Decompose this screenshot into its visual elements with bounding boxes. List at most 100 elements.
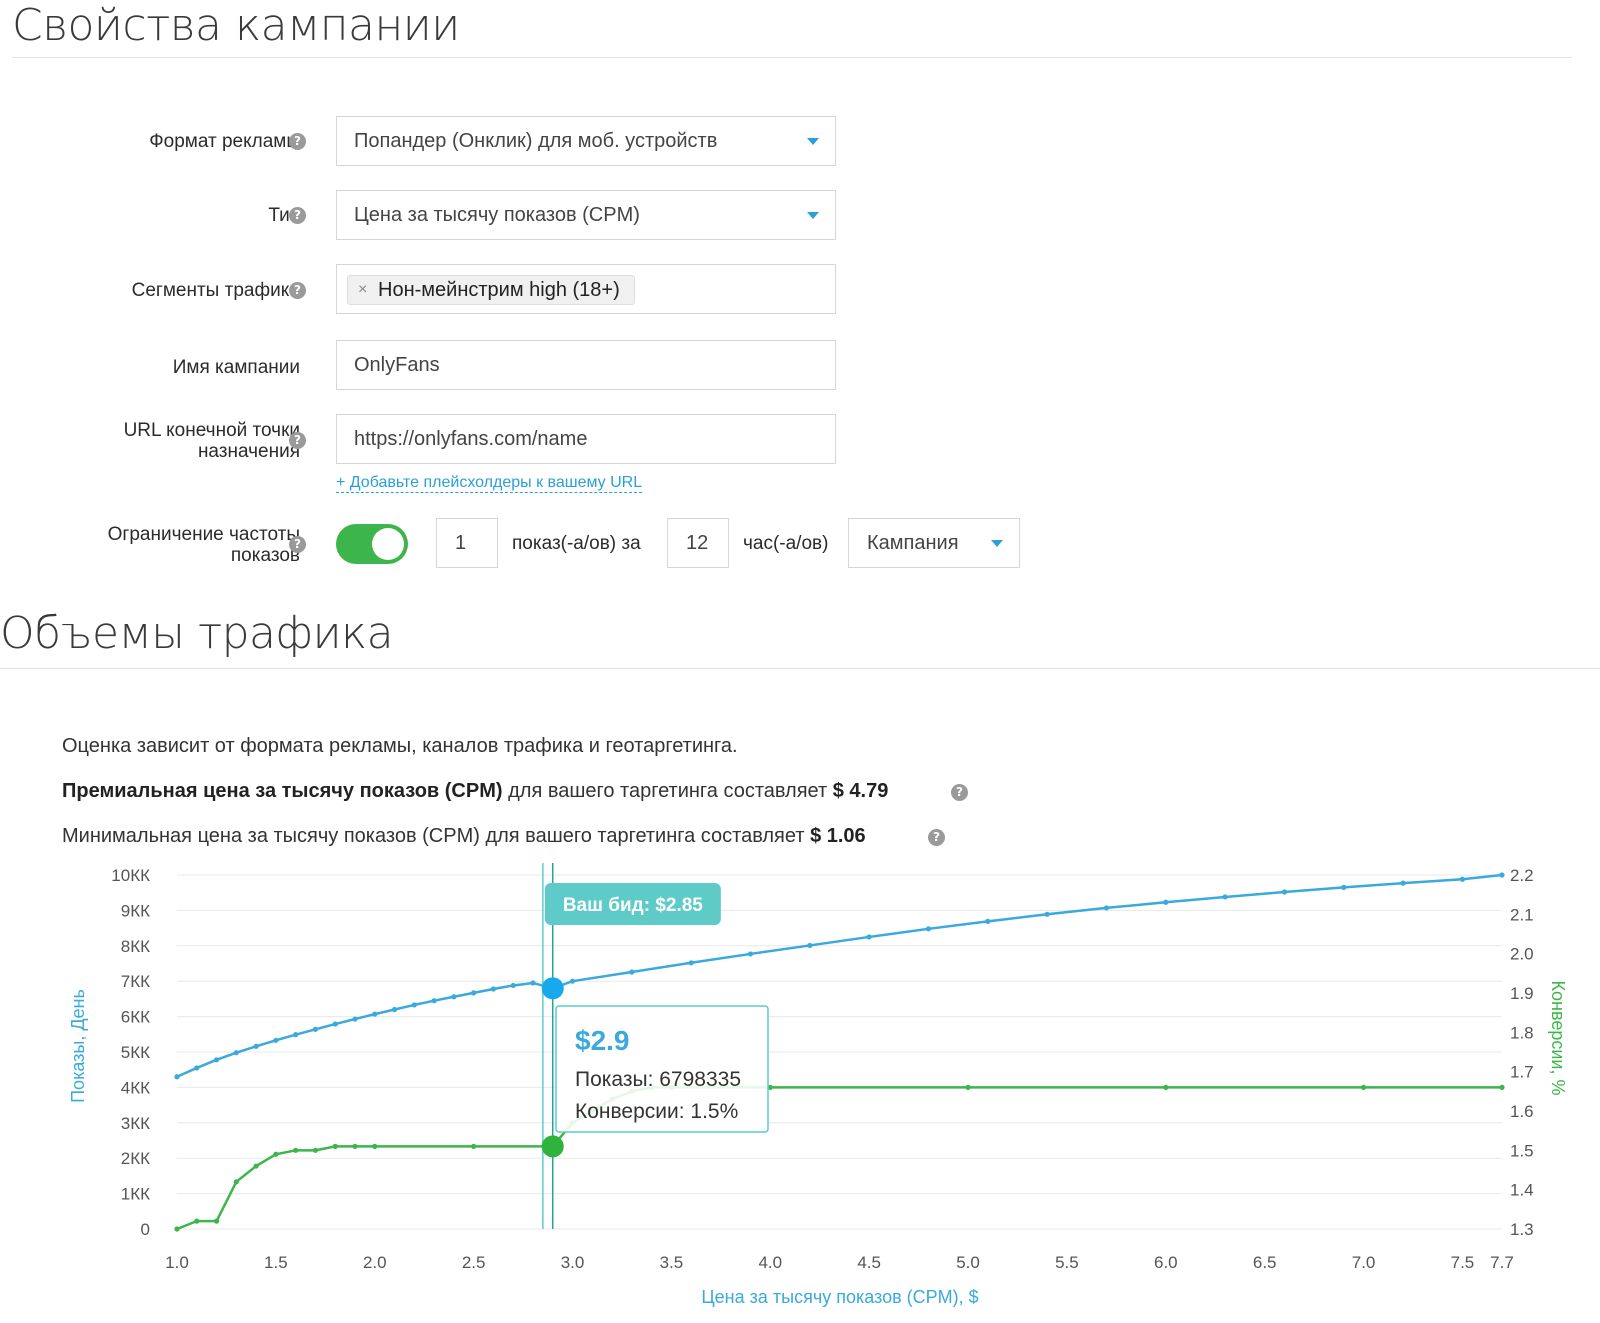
impressions-point — [688, 960, 694, 966]
y-tick-label-right: 1.7 — [1510, 1063, 1534, 1082]
campaign-name-input[interactable]: OnlyFans — [336, 340, 836, 390]
conversions-point — [1163, 1084, 1169, 1090]
impressions-point — [174, 1074, 180, 1080]
impressions-point — [1499, 872, 1505, 878]
conversions-point — [312, 1147, 319, 1153]
traffic-volume-title: Объемы трафика — [0, 608, 394, 659]
freq-help-icon[interactable]: ? — [289, 536, 306, 553]
impressions-highlight-point — [541, 977, 564, 1000]
segments-help-icon[interactable]: ? — [289, 282, 306, 299]
chevron-down-icon — [807, 212, 819, 219]
bid-label: Ваш бид: $2.85 — [563, 895, 703, 916]
chevron-down-icon — [991, 540, 1003, 547]
y-tick-label-right: 2.2 — [1510, 866, 1534, 885]
format-select[interactable]: Попандер (Онклик) для моб. устройств — [336, 116, 836, 166]
impressions-point — [273, 1037, 279, 1043]
impressions-point — [530, 980, 536, 986]
impressions-series-line — [176, 873, 1503, 1078]
x-tick-label: 2.0 — [363, 1253, 387, 1272]
format-label: Формат рекламы — [149, 131, 300, 152]
format-select-value: Попандер (Онклик) для моб. устройств — [354, 130, 718, 152]
freq-scope-select[interactable]: Кампания — [848, 518, 1020, 568]
type-help-icon[interactable]: ? — [289, 207, 306, 224]
impressions-point — [925, 926, 932, 932]
traffic-divider — [0, 668, 1600, 669]
impressions-point — [332, 1021, 338, 1027]
impressions-point — [510, 982, 516, 989]
impressions-point — [866, 934, 872, 940]
traffic-chart[interactable]: 0 1КК 2КК 3КК 4КК 5КК 6КК 7КК 8КК 9КК 10КК 1.3 1.4 1… — [0, 863, 1600, 1323]
y-tick-label-right: 1.5 — [1510, 1141, 1534, 1160]
conversions-point — [273, 1151, 279, 1157]
freq-toggle[interactable] — [336, 524, 408, 564]
impressions-point — [372, 1011, 378, 1017]
freq-count-input[interactable]: 1 — [436, 518, 498, 568]
remove-tag-icon[interactable]: × — [358, 276, 367, 304]
freq-hours-text: час(-а/ов) — [743, 533, 829, 554]
type-select[interactable]: Цена за тысячу показов (CPM) — [336, 190, 836, 240]
y-tick-label-left: 7КК — [121, 972, 150, 991]
url-input[interactable]: https://onlyfans.com/name — [336, 414, 836, 464]
add-placeholders-link[interactable]: + Добавьте плейсхолдеры к вашему URL — [336, 474, 643, 493]
impressions-point — [747, 951, 754, 957]
impressions-point — [451, 994, 457, 1000]
conversions-point — [253, 1163, 259, 1169]
campaign-properties-title: Свойства кампании — [12, 0, 460, 51]
impressions-point — [293, 1032, 299, 1038]
y-axis-title-right: Конверсии, % — [1548, 981, 1568, 1096]
y-tick-label-left: 0 — [141, 1220, 150, 1239]
x-tick-label: 3.0 — [561, 1253, 585, 1272]
y-axis-title-left: Показы, День — [68, 989, 88, 1103]
conversions-point — [233, 1179, 239, 1185]
type-select-value: Цена за тысячу показов (CPM) — [354, 204, 640, 226]
x-tick-label: 7.0 — [1352, 1253, 1376, 1272]
impressions-point — [391, 1006, 398, 1013]
conversions-point — [965, 1084, 971, 1090]
tooltip-conversions: Конверсии: 1.5% — [575, 1100, 738, 1123]
campaign-name-label: Имя кампании — [172, 357, 300, 378]
y-tick-label-left: 6КК — [121, 1008, 150, 1027]
x-tick-label: 7.5 — [1451, 1253, 1475, 1272]
x-tick-label: 6.0 — [1154, 1253, 1178, 1272]
impressions-point — [1044, 911, 1050, 917]
impressions-point — [352, 1016, 358, 1022]
x-tick-label: 1.0 — [165, 1253, 189, 1272]
conversions-point — [332, 1143, 338, 1149]
impressions-point — [1103, 905, 1110, 911]
y-tick-label-right: 1.8 — [1510, 1023, 1534, 1042]
y-tick-label-right: 2.0 — [1510, 945, 1534, 964]
url-help-icon[interactable]: ? — [289, 432, 306, 449]
conversions-point — [174, 1226, 180, 1232]
min-cpm-text: Минимальная цена за тысячу показов (CPM)… — [62, 825, 811, 847]
conversions-point — [1360, 1084, 1367, 1090]
toggle-knob — [372, 528, 404, 560]
premium-cpm-line: Премиальная цена за тысячу показов (CPM)… — [62, 780, 888, 803]
y-tick-label-left: 10КК — [111, 866, 150, 885]
y-tick-label-left: 5КК — [121, 1043, 150, 1062]
freq-hours-input[interactable]: 12 — [667, 518, 729, 568]
y-tick-label-left: 3КК — [121, 1114, 150, 1133]
y-tick-label-right: 1.6 — [1510, 1102, 1534, 1121]
x-tick-label: 5.5 — [1055, 1253, 1079, 1272]
conversions-point — [471, 1143, 477, 1149]
freq-scope-value: Кампания — [867, 532, 959, 554]
format-help-icon[interactable]: ? — [289, 133, 306, 150]
impressions-point — [807, 942, 813, 949]
premium-help-icon[interactable]: ? — [951, 784, 968, 801]
impressions-point — [1341, 884, 1347, 890]
conversions-point — [1499, 1084, 1505, 1090]
impressions-point — [569, 978, 576, 984]
min-help-icon[interactable]: ? — [928, 829, 945, 846]
segments-multiselect[interactable]: × Нон-мейнстрим high (18+) — [336, 264, 836, 314]
title-divider — [12, 57, 1572, 58]
impressions-point — [1459, 876, 1466, 882]
url-label-line1: URL конечной точки — [123, 420, 300, 441]
conversions-point — [372, 1143, 378, 1149]
estimate-note: Оценка зависит от формата рекламы, канал… — [62, 735, 738, 757]
x-tick-label: 6.5 — [1253, 1253, 1277, 1272]
premium-cpm-bold: Премиальная цена за тысячу показов (CPM) — [62, 780, 503, 802]
impressions-point — [194, 1065, 200, 1071]
x-tick-label: 2.5 — [462, 1253, 486, 1272]
impressions-point — [1163, 899, 1169, 905]
min-cpm-value: $ 1.06 — [810, 825, 866, 847]
